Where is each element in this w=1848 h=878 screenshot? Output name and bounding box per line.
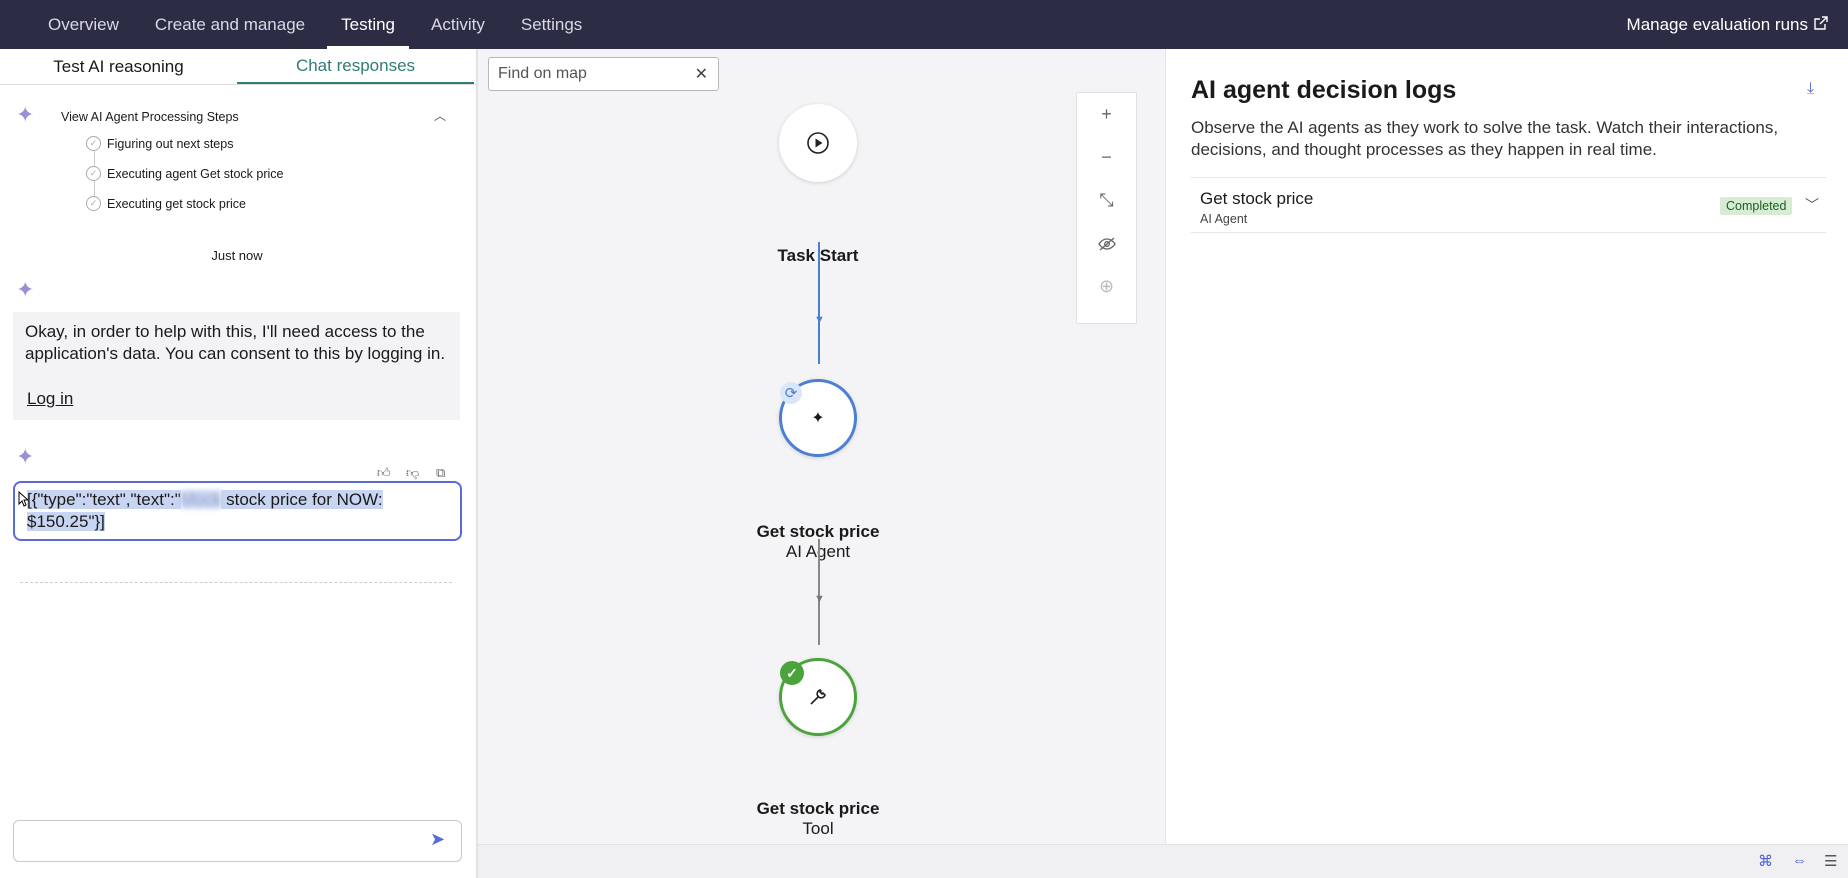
map-controls: + − ⤡ ⊕ <box>1076 92 1137 324</box>
check-circle-icon: ✓ <box>86 166 101 181</box>
chevron-down-icon[interactable]: ﹀ <box>1805 195 1819 215</box>
tab-test-ai-reasoning[interactable]: Test AI reasoning <box>0 49 237 84</box>
step-label: Figuring out next steps <box>107 136 234 151</box>
clear-icon[interactable]: ✕ <box>695 64 708 84</box>
chat-input[interactable] <box>13 820 462 862</box>
chevron-up-icon[interactable]: ︿ <box>434 107 446 124</box>
log-in-link[interactable]: Log in <box>27 388 73 410</box>
wrench-icon <box>810 689 826 705</box>
logs-description: Observe the AI agents as they work to so… <box>1191 118 1779 159</box>
arrow-down-icon: ▼ <box>814 314 825 326</box>
step-item: ✓ Executing get stock price <box>86 196 246 211</box>
log-entry[interactable]: Get stock price AI Agent Completed ﹀ <box>1191 177 1826 233</box>
step-label: Executing get stock price <box>107 196 246 211</box>
top-nav: Overview Create and manage Testing Activ… <box>0 0 1848 49</box>
bottom-toolbar: ⌘ ⇔ ☰ <box>478 844 1848 878</box>
check-circle-icon: ✓ <box>86 136 101 151</box>
log-entry-subtitle: AI Agent <box>1200 212 1248 226</box>
sparkle-icon: ✦ <box>811 410 825 427</box>
step-label: Executing agent Get stock price <box>107 166 284 181</box>
logs-title: AI agent decision logs <box>1191 76 1457 104</box>
decision-logs-panel: AI agent decision logs ⤓ Observe the AI … <box>1165 49 1848 844</box>
download-icon[interactable]: ⤓ <box>1807 80 1814 98</box>
chat-panel: Test AI reasoning Chat responses ✦ View … <box>0 49 478 878</box>
refresh-icon: ⟳ <box>780 382 802 404</box>
tab-settings[interactable]: Settings <box>503 0 600 49</box>
play-icon <box>807 132 829 154</box>
status-badge: Completed <box>1720 197 1793 215</box>
flow-map[interactable]: Find on map ✕ + − ⤡ ⊕ Task Start ▼ ✦ ⟳ G… <box>478 49 1165 844</box>
step-item: ✓ Figuring out next steps <box>86 136 233 151</box>
split-view-icon[interactable]: ⇔ <box>1792 852 1807 869</box>
hide-icon[interactable] <box>1077 222 1136 265</box>
arrow-down-icon: ▼ <box>814 593 825 605</box>
response-prefix: [{"type":"text","text":" <box>27 490 181 509</box>
find-on-map-placeholder: Find on map <box>498 65 587 82</box>
timestamp: Just now <box>211 248 263 263</box>
divider <box>20 582 452 583</box>
thumbs-up-icon[interactable]: 👍︎ <box>377 465 391 481</box>
check-circle-icon: ✓ <box>86 196 101 211</box>
find-on-map-input[interactable]: Find on map ✕ <box>488 57 719 91</box>
layout-icon[interactable]: ⌘ <box>1758 852 1773 870</box>
list-icon[interactable]: ☰ <box>1824 852 1837 870</box>
tab-activity[interactable]: Activity <box>413 0 503 49</box>
chat-subtabs: Test AI reasoning Chat responses <box>0 49 476 85</box>
locate-icon[interactable]: ⊕ <box>1077 265 1136 308</box>
response-redacted: Mock <box>180 490 222 509</box>
tab-create-and-manage[interactable]: Create and manage <box>137 0 323 49</box>
tab-testing[interactable]: Testing <box>323 0 413 49</box>
manage-evaluation-runs-link[interactable]: Manage evaluation runs <box>1627 15 1828 35</box>
zoom-out-icon[interactable]: − <box>1077 136 1136 179</box>
log-entry-title: Get stock price <box>1200 189 1314 208</box>
message-text: Okay, in order to help with this, I'll n… <box>25 322 446 363</box>
tab-chat-responses[interactable]: Chat responses <box>237 49 474 84</box>
step-item: ✓ Executing agent Get stock price <box>86 166 283 181</box>
zoom-in-icon[interactable]: + <box>1077 93 1136 136</box>
fit-view-icon[interactable]: ⤡ <box>1077 179 1136 222</box>
external-link-icon <box>1814 15 1828 35</box>
connector <box>818 539 820 645</box>
manage-evaluation-runs-label: Manage evaluation runs <box>1626 14 1808 34</box>
tool-label: Get stock price Tool <box>756 799 880 838</box>
send-icon[interactable]: ➤ <box>430 829 445 850</box>
processing-steps-toggle[interactable]: View AI Agent Processing Steps <box>61 110 239 124</box>
assistant-message: Okay, in order to help with this, I'll n… <box>13 312 460 420</box>
task-start-node[interactable] <box>779 104 857 182</box>
sparkle-icon: ✦ <box>16 102 35 127</box>
thumbs-down-icon[interactable]: 👎︎ <box>406 465 419 481</box>
response-message[interactable]: [{"type":"text","text":"Mock stock price… <box>13 481 462 541</box>
tab-overview[interactable]: Overview <box>0 0 137 49</box>
copy-icon[interactable]: ⧉ <box>436 465 445 481</box>
sparkle-icon: ✦ <box>16 444 35 469</box>
mouse-cursor-icon <box>18 490 30 512</box>
sparkle-icon: ✦ <box>16 277 35 302</box>
connector <box>818 242 820 364</box>
check-icon: ✓ <box>780 661 804 685</box>
